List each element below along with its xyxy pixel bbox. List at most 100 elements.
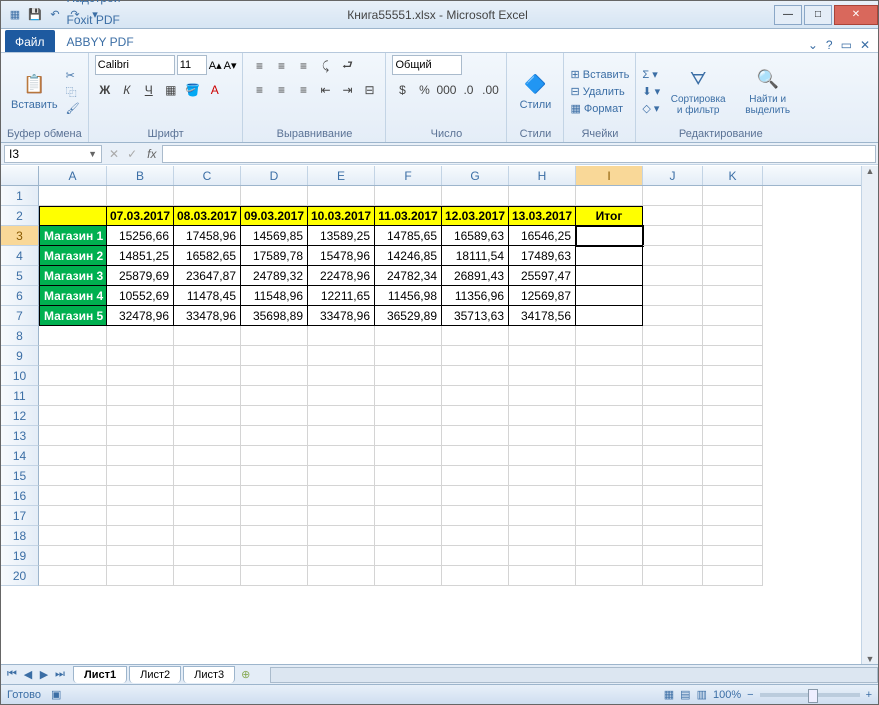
cell-F17[interactable] <box>375 506 442 526</box>
cell-D4[interactable]: 17589,78 <box>241 246 308 266</box>
cell-J11[interactable] <box>643 386 703 406</box>
font-name-select[interactable] <box>95 55 175 75</box>
cell-C18[interactable] <box>174 526 241 546</box>
col-header-G[interactable]: G <box>442 166 509 185</box>
cell-K3[interactable] <box>703 226 763 246</box>
cell-D11[interactable] <box>241 386 308 406</box>
select-all-corner[interactable] <box>1 166 39 185</box>
row-header-13[interactable]: 13 <box>1 426 39 446</box>
copy-icon[interactable]: ⿻ <box>66 84 80 100</box>
cell-K6[interactable] <box>703 286 763 306</box>
cell-H14[interactable] <box>509 446 576 466</box>
cell-H7[interactable]: 34178,56 <box>509 306 576 326</box>
cell-F7[interactable]: 36529,89 <box>375 306 442 326</box>
cell-E19[interactable] <box>308 546 375 566</box>
row-header-7[interactable]: 7 <box>1 306 39 326</box>
sheet-prev-icon[interactable]: ◀ <box>21 668 35 681</box>
cell-H1[interactable] <box>509 186 576 206</box>
cell-H5[interactable]: 25597,47 <box>509 266 576 286</box>
fx-icon[interactable]: fx <box>141 147 162 161</box>
cell-G19[interactable] <box>442 546 509 566</box>
cell-B5[interactable]: 25879,69 <box>107 266 174 286</box>
align-right-icon[interactable]: ≡ <box>293 81 313 99</box>
cell-C7[interactable]: 33478,96 <box>174 306 241 326</box>
minimize-button[interactable]: — <box>774 5 802 25</box>
maximize-button[interactable]: □ <box>804 5 832 25</box>
row-header-8[interactable]: 8 <box>1 326 39 346</box>
col-header-K[interactable]: K <box>703 166 763 185</box>
cell-C3[interactable]: 17458,96 <box>174 226 241 246</box>
cell-E5[interactable]: 22478,96 <box>308 266 375 286</box>
cell-J20[interactable] <box>643 566 703 586</box>
cell-B14[interactable] <box>107 446 174 466</box>
cell-B3[interactable]: 15256,66 <box>107 226 174 246</box>
cell-A4[interactable]: Магазин 2 <box>39 246 107 266</box>
cell-I1[interactable] <box>576 186 643 206</box>
col-header-E[interactable]: E <box>308 166 375 185</box>
cell-J2[interactable] <box>643 206 703 226</box>
format-painter-icon[interactable]: 🖌 <box>66 102 80 115</box>
clear-icon[interactable]: ◇ ▾ <box>642 102 660 115</box>
cell-I3[interactable] <box>576 226 643 246</box>
cell-J12[interactable] <box>643 406 703 426</box>
new-sheet-icon[interactable]: ⊕ <box>241 668 250 681</box>
tab-foxit pdf[interactable]: Foxit PDF <box>57 8 144 30</box>
cell-H3[interactable]: 16546,25 <box>509 226 576 246</box>
cell-A7[interactable]: Магазин 5 <box>39 306 107 326</box>
cell-E13[interactable] <box>308 426 375 446</box>
cell-B12[interactable] <box>107 406 174 426</box>
cell-B13[interactable] <box>107 426 174 446</box>
font-color-button[interactable]: A <box>205 81 225 99</box>
cell-I17[interactable] <box>576 506 643 526</box>
format-cells-button[interactable]: ▦ Формат <box>570 102 629 115</box>
cell-B8[interactable] <box>107 326 174 346</box>
cell-I20[interactable] <box>576 566 643 586</box>
cell-H10[interactable] <box>509 366 576 386</box>
increase-indent-icon[interactable]: ⇥ <box>337 81 357 99</box>
cell-K11[interactable] <box>703 386 763 406</box>
cell-J16[interactable] <box>643 486 703 506</box>
cell-G5[interactable]: 26891,43 <box>442 266 509 286</box>
cell-B18[interactable] <box>107 526 174 546</box>
cell-J17[interactable] <box>643 506 703 526</box>
cell-K4[interactable] <box>703 246 763 266</box>
cell-J18[interactable] <box>643 526 703 546</box>
cell-G17[interactable] <box>442 506 509 526</box>
cell-E18[interactable] <box>308 526 375 546</box>
cell-B1[interactable] <box>107 186 174 206</box>
cell-G18[interactable] <box>442 526 509 546</box>
cell-E2[interactable]: 10.03.2017 <box>308 206 375 226</box>
row-header-1[interactable]: 1 <box>1 186 39 206</box>
cell-A18[interactable] <box>39 526 107 546</box>
cell-F13[interactable] <box>375 426 442 446</box>
cell-J8[interactable] <box>643 326 703 346</box>
delete-cells-button[interactable]: ⊟ Удалить <box>570 85 629 98</box>
align-middle-icon[interactable]: ≡ <box>271 57 291 75</box>
col-header-H[interactable]: H <box>509 166 576 185</box>
cell-I16[interactable] <box>576 486 643 506</box>
cell-D16[interactable] <box>241 486 308 506</box>
cell-K2[interactable] <box>703 206 763 226</box>
cell-K5[interactable] <box>703 266 763 286</box>
cell-D9[interactable] <box>241 346 308 366</box>
cell-H15[interactable] <box>509 466 576 486</box>
cell-E10[interactable] <box>308 366 375 386</box>
cell-E12[interactable] <box>308 406 375 426</box>
cell-G16[interactable] <box>442 486 509 506</box>
cell-K12[interactable] <box>703 406 763 426</box>
vertical-scrollbar[interactable] <box>861 166 878 664</box>
col-header-B[interactable]: B <box>107 166 174 185</box>
help-icon[interactable]: ? <box>826 38 833 52</box>
sheet-tab-Лист2[interactable]: Лист2 <box>129 666 181 683</box>
row-header-14[interactable]: 14 <box>1 446 39 466</box>
cell-A10[interactable] <box>39 366 107 386</box>
cell-I12[interactable] <box>576 406 643 426</box>
cell-C16[interactable] <box>174 486 241 506</box>
cell-A3[interactable]: Магазин 1 <box>39 226 107 246</box>
sort-filter-button[interactable]: ᗊ Сортировка и фильтр <box>664 66 732 118</box>
cell-G3[interactable]: 16589,63 <box>442 226 509 246</box>
cell-I19[interactable] <box>576 546 643 566</box>
col-header-D[interactable]: D <box>241 166 308 185</box>
cell-A2[interactable] <box>39 206 107 226</box>
cell-A6[interactable]: Магазин 4 <box>39 286 107 306</box>
